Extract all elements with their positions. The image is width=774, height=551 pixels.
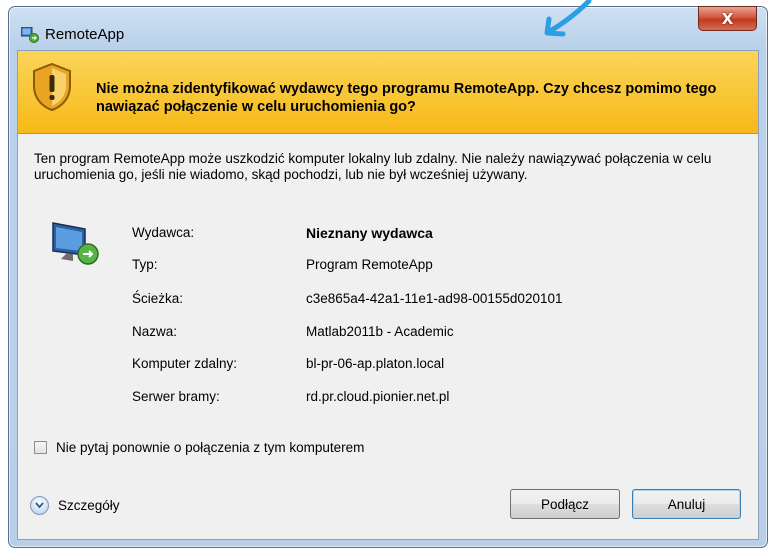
warning-message: Nie można zidentyfikować wydawcy tego pr… <box>96 81 717 115</box>
remote-computer-label: Komputer zdalny: <box>132 356 238 371</box>
warning-shield-icon <box>33 62 71 112</box>
dont-ask-again-label[interactable]: Nie pytaj ponownie o połączenia z tym ko… <box>56 440 364 455</box>
dialog-body: Nie można zidentyfikować wydawcy tego pr… <box>17 50 759 540</box>
dont-ask-again-checkbox[interactable] <box>34 441 47 454</box>
details-label[interactable]: Szczegóły <box>58 498 120 513</box>
chevron-down-icon <box>35 502 44 509</box>
annotation-pen-stroke <box>544 0 592 37</box>
path-value: c3e865a4-42a1-11e1-ad98-00155d020101 <box>306 291 563 306</box>
name-value: Matlab2011b - Academic <box>306 324 454 339</box>
remoteapp-app-icon <box>21 27 39 43</box>
remote-computer-value: bl-pr-06-ap.platon.local <box>306 356 445 371</box>
gateway-server-value: rd.pr.cloud.pionier.net.pl <box>306 389 450 404</box>
publisher-label: Wydawca: <box>132 225 195 240</box>
publisher-value: Nieznany wydawca <box>306 225 433 241</box>
close-icon: X <box>721 9 734 28</box>
cancel-button[interactable]: Anuluj <box>632 489 741 519</box>
description-text: Ten program RemoteApp może uszkodzić kom… <box>34 151 712 182</box>
remote-computer-icon <box>52 222 99 265</box>
connect-button[interactable]: Podłącz <box>510 489 620 519</box>
window-title: RemoteApp <box>45 26 125 43</box>
type-label: Typ: <box>132 257 158 272</box>
close-button[interactable]: X <box>698 6 757 31</box>
remoteapp-dialog: RemoteApp X Nie można zidentyfikować wyd… <box>8 0 768 548</box>
path-label: Ścieżka: <box>132 291 184 306</box>
details-expand-button[interactable] <box>30 496 49 515</box>
type-value: Program RemoteApp <box>306 257 433 272</box>
gateway-server-label: Serwer bramy: <box>132 389 220 404</box>
name-label: Nazwa: <box>132 324 178 339</box>
warning-banner: Nie można zidentyfikować wydawcy tego pr… <box>18 51 758 134</box>
